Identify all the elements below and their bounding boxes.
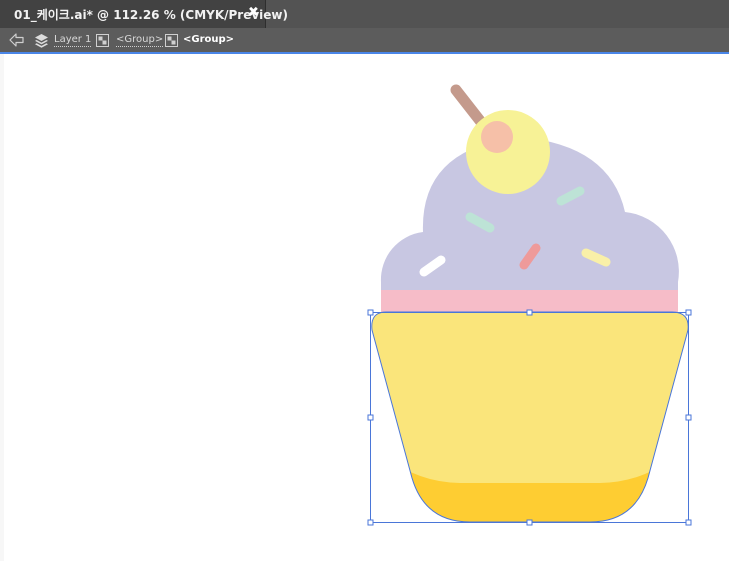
resize-handle[interactable]: [685, 309, 692, 316]
cherry-stem: [450, 84, 487, 128]
resize-handle[interactable]: [367, 414, 374, 421]
resize-handle[interactable]: [367, 519, 374, 526]
cherry-highlight: [481, 121, 513, 153]
resize-handle[interactable]: [526, 519, 533, 526]
resize-handle[interactable]: [685, 414, 692, 421]
cupcake-artwork[interactable]: [0, 0, 729, 561]
cupcake-cup: [371, 312, 689, 522]
resize-handle[interactable]: [526, 309, 533, 316]
resize-handle[interactable]: [367, 309, 374, 316]
cherry: [466, 110, 550, 194]
resize-handle[interactable]: [685, 519, 692, 526]
